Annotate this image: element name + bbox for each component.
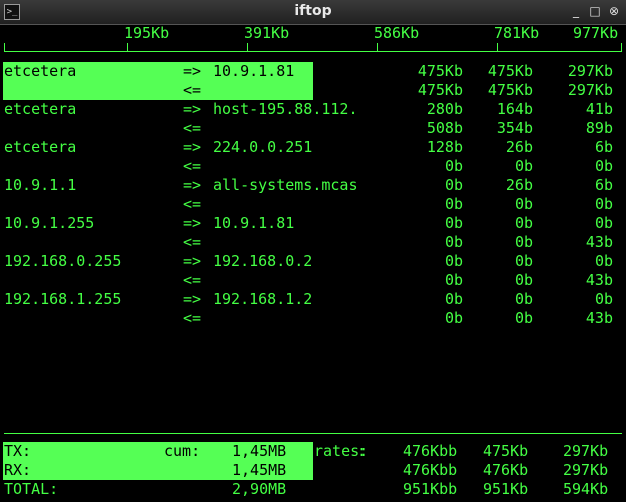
tx-rate-2s: 476Kbb bbox=[403, 442, 458, 460]
flow-tx-rate: 0b bbox=[594, 290, 613, 308]
flow-rx-rate: 0b bbox=[514, 195, 533, 213]
scale-tick-label: 391Kb bbox=[244, 24, 290, 42]
tx-label: TX: bbox=[4, 442, 32, 460]
flow-tx-rate: 6b bbox=[594, 138, 613, 156]
flow-tx-rate: 475Kb bbox=[417, 62, 463, 80]
flow-in-arrow: <= bbox=[183, 119, 202, 137]
flow-source-host: 192.168.0.255 bbox=[4, 252, 122, 270]
flow-rx-rate: 0b bbox=[514, 309, 533, 327]
flow-rx-rate: 508b bbox=[426, 119, 463, 137]
flow-tx-rate: 0b bbox=[594, 252, 613, 270]
total-rate-2s: 951Kbb bbox=[403, 480, 458, 498]
scale-tick-label: 586Kb bbox=[374, 24, 420, 42]
tx-rate-10s: 475Kb bbox=[483, 442, 529, 460]
flow-rx-rate: 354b bbox=[496, 119, 533, 137]
total-rate-10s: 951Kb bbox=[483, 480, 529, 498]
flow-rx-rate: 43b bbox=[585, 271, 613, 289]
flow-dest-host: 224.0.0.251 bbox=[213, 138, 313, 156]
scale-tick-label: 781Kb bbox=[494, 24, 540, 42]
flow-out-arrow: => bbox=[183, 214, 202, 232]
flow-tx-rate: 0b bbox=[444, 290, 463, 308]
flow-out-arrow: => bbox=[183, 138, 202, 156]
total-rate-40s: 594Kb bbox=[563, 480, 609, 498]
flow-rx-rate: 0b bbox=[444, 309, 463, 327]
flow-tx-rate: 0b bbox=[514, 252, 533, 270]
flow-rx-rate: 0b bbox=[514, 157, 533, 175]
rx-rate-40s: 297Kb bbox=[563, 461, 609, 479]
flow-rx-rate: 0b bbox=[444, 233, 463, 251]
flow-tx-rate: 0b bbox=[444, 252, 463, 270]
flow-tx-rate: 0b bbox=[514, 290, 533, 308]
flow-tx-rate: 280b bbox=[426, 100, 463, 118]
flow-dest-host: 10.9.1.81 bbox=[213, 214, 295, 232]
flow-rx-rate: 0b bbox=[514, 233, 533, 251]
flow-rx-rate: 0b bbox=[594, 157, 613, 175]
tx-rate-40s: 297Kb bbox=[563, 442, 609, 460]
minimize-button[interactable]: _ bbox=[568, 3, 584, 19]
flow-source-host: etcetera bbox=[4, 138, 77, 156]
scale-tick-label: 195Kb bbox=[124, 24, 170, 42]
flow-dest-host: 10.9.1.81 bbox=[213, 62, 295, 80]
flow-tx-rate: 0b bbox=[594, 214, 613, 232]
flow-source-host: etcetera bbox=[4, 62, 77, 80]
flow-tx-rate: 297Kb bbox=[567, 62, 613, 80]
flow-rx-rate: 0b bbox=[514, 271, 533, 289]
rx-rate-2s: 476Kbb bbox=[403, 461, 458, 479]
scale-tick-label: 977Kb bbox=[573, 24, 619, 42]
flow-rx-rate: 0b bbox=[444, 157, 463, 175]
totals-separator bbox=[4, 433, 622, 434]
flow-tx-rate: 26b bbox=[505, 138, 533, 156]
iftop-window: >_ iftop _ □ ⊗ 195Kb 391Kb 586Kb 781Kb 9… bbox=[0, 0, 626, 502]
rx-rate-10s: 476Kb bbox=[483, 461, 529, 479]
cum-label: cum: bbox=[164, 442, 201, 460]
flow-rx-rate: 43b bbox=[585, 309, 613, 327]
window-title: iftop bbox=[294, 3, 332, 19]
flow-in-arrow: <= bbox=[183, 233, 202, 251]
title-bar[interactable]: >_ iftop _ □ ⊗ bbox=[0, 0, 626, 25]
flow-in-arrow: <= bbox=[183, 195, 202, 213]
flow-tx-rate: 26b bbox=[505, 176, 533, 194]
total-cum-value: 2,90MB bbox=[232, 480, 287, 498]
flow-tx-rate: 41b bbox=[585, 100, 613, 118]
flow-dest-host: host-195.88.112. bbox=[213, 100, 358, 118]
flow-rx-rate: 475Kb bbox=[487, 81, 533, 99]
flow-out-arrow: => bbox=[183, 290, 202, 308]
total-label: TOTAL: bbox=[4, 480, 59, 498]
close-button[interactable]: ⊗ bbox=[606, 3, 622, 19]
flow-rx-rate: 297Kb bbox=[567, 81, 613, 99]
flow-source-host: 10.9.1.1 bbox=[4, 176, 77, 194]
flow-in-arrow: <= bbox=[183, 81, 202, 99]
flow-source-host: etcetera bbox=[4, 100, 77, 118]
flow-dest-host: 192.168.0.2 bbox=[213, 252, 313, 270]
flow-out-arrow: => bbox=[183, 176, 202, 194]
flow-out-arrow: => bbox=[183, 100, 202, 118]
flow-dest-host: all-systems.mcas bbox=[213, 176, 358, 194]
rx-cum-value: 1,45MB bbox=[232, 461, 287, 479]
flow-dest-host: 192.168.1.2 bbox=[213, 290, 313, 308]
flow-source-host: 10.9.1.255 bbox=[4, 214, 95, 232]
flow-rx-rate: 475Kb bbox=[417, 81, 463, 99]
flow-rx-rate: 43b bbox=[585, 233, 613, 251]
flow-in-arrow: <= bbox=[183, 271, 202, 289]
flow-tx-rate: 128b bbox=[426, 138, 463, 156]
flow-tx-rate: 0b bbox=[514, 214, 533, 232]
flow-rx-rate: 0b bbox=[594, 195, 613, 213]
flow-in-arrow: <= bbox=[183, 309, 202, 327]
maximize-button[interactable]: □ bbox=[587, 3, 603, 19]
flow-tx-rate: 164b bbox=[496, 100, 533, 118]
tx-cum-value: 1,45MB bbox=[232, 442, 287, 460]
rx-label: RX: bbox=[4, 461, 32, 479]
flow-out-arrow: => bbox=[183, 62, 202, 80]
flow-tx-rate: 0b bbox=[444, 176, 463, 194]
flow-rx-rate: 0b bbox=[444, 271, 463, 289]
flow-source-host: 192.168.1.255 bbox=[4, 290, 122, 308]
flow-in-arrow: <= bbox=[183, 157, 202, 175]
flow-out-arrow: => bbox=[183, 252, 202, 270]
flow-tx-rate: 0b bbox=[444, 214, 463, 232]
flow-tx-rate: 6b bbox=[594, 176, 613, 194]
flow-rx-rate: 89b bbox=[585, 119, 613, 137]
rates-colon: : bbox=[357, 442, 367, 460]
flow-rx-rate: 0b bbox=[444, 195, 463, 213]
flow-tx-rate: 475Kb bbox=[487, 62, 533, 80]
